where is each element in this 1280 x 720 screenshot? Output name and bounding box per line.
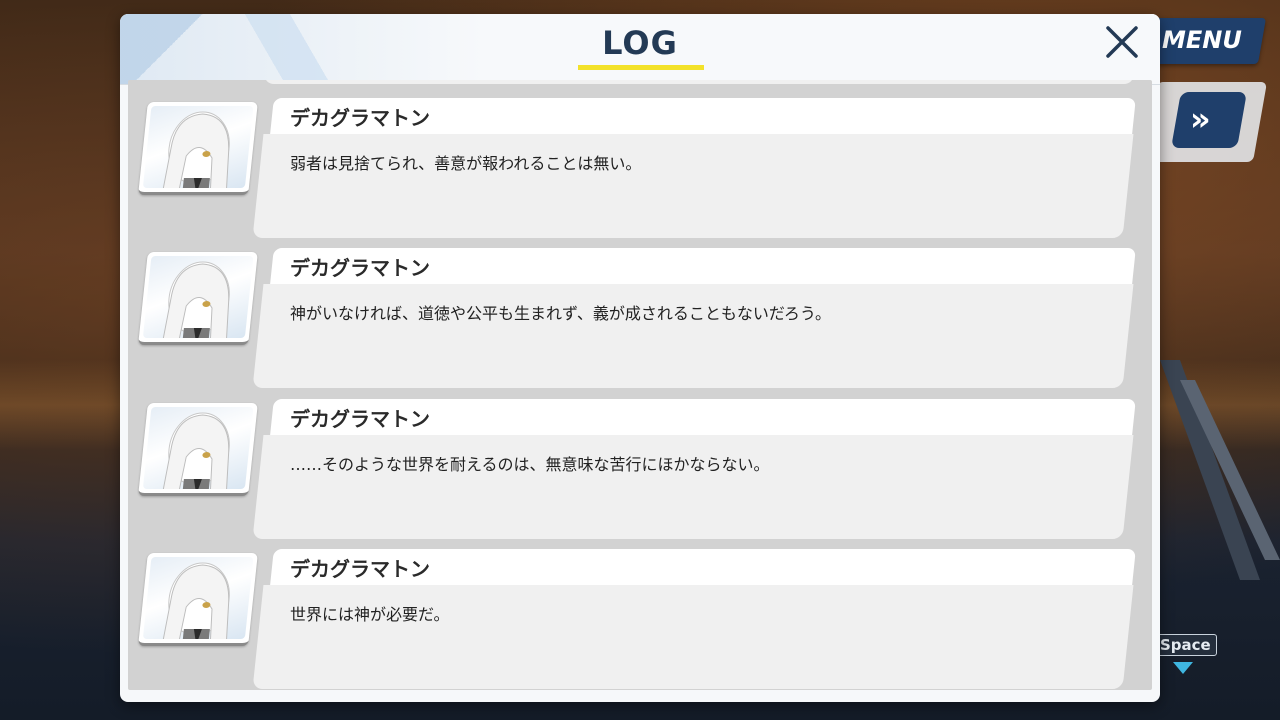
speaker-portrait <box>138 553 258 646</box>
log-entry: デカグラマトン 弱者は見捨てられ、善意が報われることは無い。 <box>128 98 1152 244</box>
close-button[interactable] <box>1102 22 1142 62</box>
log-entry: デカグラマトン 世界には神が必要だ。 <box>128 549 1152 690</box>
dialogue-text: 弱者は見捨てられ、善意が報われることは無い。 <box>290 154 642 173</box>
speaker-name: デカグラマトン <box>290 557 430 581</box>
speaker-portrait <box>138 403 258 496</box>
speaker-name: デカグラマトン <box>290 256 430 280</box>
log-entry: デカグラマトン ……そのような世界を耐えるのは、無意味な苦行にほかならない。 <box>128 399 1152 545</box>
dialog-title: LOG <box>602 24 678 62</box>
white-haired-character-avatar <box>161 412 230 489</box>
dialogue-text: ……そのような世界を耐えるのは、無意味な苦行にほかならない。 <box>290 455 770 474</box>
menu-button-label: MENU <box>1162 26 1242 54</box>
log-list[interactable]: デカグラマトン 弱者は見捨てられ、善意が報われることは無い。 デカグラマトン 神… <box>128 80 1152 690</box>
fast-forward-icon: » <box>1190 100 1210 138</box>
speaker-portrait <box>138 252 258 345</box>
speaker-name: デカグラマトン <box>290 106 430 130</box>
speaker-portrait <box>138 102 258 195</box>
title-underline <box>578 65 704 70</box>
dialogue-text: 世界には神が必要だ。 <box>290 605 450 624</box>
close-icon <box>1106 26 1138 58</box>
white-haired-character-avatar <box>161 562 230 639</box>
previous-entry-edge <box>264 80 1134 84</box>
background-spike-decoration <box>1160 360 1280 580</box>
log-entry: デカグラマトン 神がいなければ、道徳や公平も生まれず、義が成されることもないだろ… <box>128 248 1152 394</box>
white-haired-character-avatar <box>161 261 230 338</box>
fast-forward-button[interactable] <box>1171 92 1247 148</box>
speaker-name: デカグラマトン <box>290 407 430 431</box>
dialogue-text: 神がいなければ、道徳や公平も生まれず、義が成されることもないだろう。 <box>290 304 831 323</box>
dialog-header: LOG <box>120 14 1160 85</box>
space-key-hint: Space <box>1154 634 1217 656</box>
advance-arrow-icon <box>1173 662 1193 674</box>
log-dialog: LOG デカグラマトン 弱者は見捨てられ、善意が報われることは無い。 デカグラマ… <box>120 14 1160 702</box>
white-haired-character-avatar <box>161 111 230 188</box>
